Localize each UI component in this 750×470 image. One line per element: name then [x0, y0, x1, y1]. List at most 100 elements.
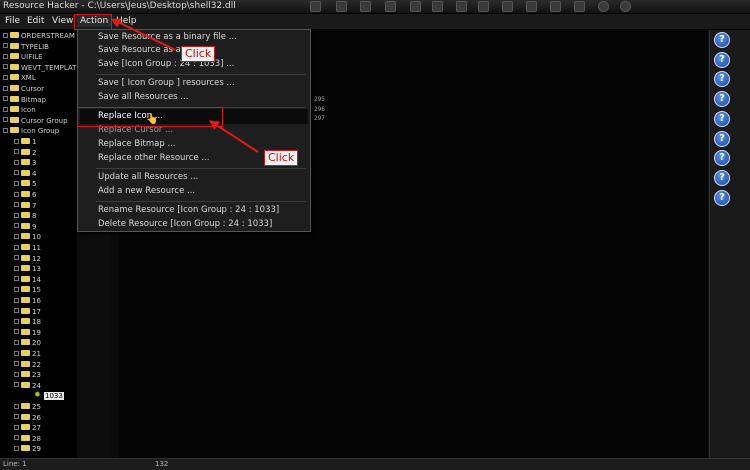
- expand-icon[interactable]: [3, 117, 8, 123]
- tree-item[interactable]: 27: [14, 423, 41, 433]
- help-icon[interactable]: ?: [714, 130, 730, 147]
- tree-item[interactable]: 22: [14, 360, 41, 370]
- tree-item[interactable]: 12: [14, 254, 41, 264]
- close-icon[interactable]: [620, 1, 631, 12]
- tree-item[interactable]: 19: [14, 328, 41, 338]
- tree-item[interactable]: Cursor Group: [3, 116, 68, 126]
- tree-item[interactable]: 29: [14, 444, 41, 454]
- menu-item-save-binary[interactable]: Save Resource as a binary file ...: [98, 32, 237, 42]
- expand-icon[interactable]: [14, 276, 19, 282]
- tree-item[interactable]: 7: [14, 201, 36, 211]
- expand-icon[interactable]: [14, 191, 19, 197]
- tree-item[interactable]: WEVT_TEMPLATE: [3, 63, 77, 73]
- expand-icon[interactable]: [14, 297, 19, 303]
- tree-item[interactable]: 25: [14, 402, 41, 412]
- open-icon[interactable]: [310, 1, 321, 12]
- menu-item-add-new[interactable]: Add a new Resource ...: [98, 186, 195, 196]
- expand-icon[interactable]: [14, 361, 19, 367]
- expand-icon[interactable]: [14, 371, 19, 377]
- find-icon[interactable]: [456, 1, 467, 12]
- tree-item[interactable]: 28: [14, 434, 41, 444]
- tree-item[interactable]: 2: [14, 148, 36, 158]
- expand-icon[interactable]: [14, 424, 19, 430]
- expand-icon[interactable]: [3, 32, 8, 38]
- expand-icon[interactable]: [14, 414, 19, 420]
- expand-icon[interactable]: [14, 382, 19, 388]
- copy-icon[interactable]: [385, 1, 396, 12]
- expand-icon[interactable]: [14, 318, 19, 324]
- menu-view[interactable]: View: [49, 15, 76, 27]
- expand-icon[interactable]: [14, 339, 19, 345]
- tree-item[interactable]: 24: [14, 381, 41, 391]
- expand-icon[interactable]: [14, 149, 19, 155]
- tree-item[interactable]: 23: [14, 370, 41, 380]
- help-icon[interactable]: ?: [714, 189, 730, 206]
- tree-item[interactable]: 13: [14, 264, 41, 274]
- power-icon[interactable]: [598, 1, 609, 12]
- tree-item[interactable]: 3: [14, 158, 36, 168]
- expand-icon[interactable]: [3, 106, 8, 112]
- tree-item[interactable]: 16: [14, 296, 41, 306]
- tree-item[interactable]: XML: [3, 73, 36, 83]
- dialog-icon[interactable]: [502, 1, 513, 12]
- tree-item[interactable]: 6: [14, 190, 36, 200]
- tree-item[interactable]: 10: [14, 232, 41, 242]
- tree-item[interactable]: Bitmap: [3, 95, 46, 105]
- tree-item[interactable]: 15: [14, 285, 41, 295]
- expand-icon[interactable]: [14, 265, 19, 271]
- expand-icon[interactable]: [3, 53, 8, 59]
- menu-item-rename[interactable]: Rename Resource [Icon Group : 24 : 1033]: [98, 205, 279, 215]
- menu-item-replace-bitmap[interactable]: Replace Bitmap ...: [98, 139, 176, 149]
- expand-icon[interactable]: [3, 43, 8, 49]
- expand-icon[interactable]: [3, 96, 8, 102]
- tree-item[interactable]: 21: [14, 349, 41, 359]
- tree-item[interactable]: 8: [14, 211, 36, 221]
- expand-icon[interactable]: [3, 85, 8, 91]
- tree-item[interactable]: Cursor: [3, 84, 44, 94]
- expand-icon[interactable]: [14, 403, 19, 409]
- expand-icon[interactable]: [14, 223, 19, 229]
- expand-icon[interactable]: [3, 127, 8, 133]
- tree-item[interactable]: 18: [14, 317, 41, 327]
- tree-item[interactable]: Icon Group: [3, 126, 59, 136]
- tree-item[interactable]: 11: [14, 243, 41, 253]
- tree-item[interactable]: 14: [14, 275, 41, 285]
- help-icon[interactable]: ?: [714, 71, 730, 88]
- help-icon[interactable]: ?: [714, 169, 730, 186]
- expand-icon[interactable]: [3, 64, 8, 70]
- binary-icon[interactable]: [526, 1, 537, 12]
- options-icon[interactable]: [574, 1, 585, 12]
- expand-icon[interactable]: [14, 286, 19, 292]
- paste-icon[interactable]: [410, 1, 421, 12]
- expand-icon[interactable]: [14, 255, 19, 261]
- help-icon[interactable]: ?: [714, 32, 730, 48]
- menu-item-save-group-resources[interactable]: Save [ Icon Group ] resources ...: [98, 78, 235, 88]
- expand-icon[interactable]: [14, 212, 19, 218]
- menu-item-delete[interactable]: Delete Resource [Icon Group : 24 : 1033]: [98, 219, 272, 229]
- tree-item[interactable]: 5: [14, 179, 36, 189]
- tree-item[interactable]: 9: [14, 222, 36, 232]
- tree-item[interactable]: Icon: [3, 105, 36, 115]
- menu-item-save-all[interactable]: Save all Resources ...: [98, 92, 188, 102]
- expand-icon[interactable]: [14, 244, 19, 250]
- help-icon[interactable]: ?: [714, 110, 730, 127]
- expand-icon[interactable]: [14, 138, 19, 144]
- expand-icon[interactable]: [14, 170, 19, 176]
- expand-icon[interactable]: [14, 308, 19, 314]
- help-icon[interactable]: ?: [714, 91, 730, 108]
- tree-item[interactable]: TYPELIB: [3, 42, 49, 52]
- expand-icon[interactable]: [3, 74, 8, 80]
- tree-item[interactable]: 17: [14, 307, 41, 317]
- expand-icon[interactable]: [14, 180, 19, 186]
- save-icon[interactable]: [336, 1, 347, 12]
- tree-item[interactable]: UIFILE: [3, 52, 43, 62]
- help-icon[interactable]: ?: [714, 150, 730, 167]
- expand-icon[interactable]: [14, 350, 19, 356]
- undo-icon[interactable]: [432, 1, 443, 12]
- expand-icon[interactable]: [14, 202, 19, 208]
- expand-icon[interactable]: [14, 329, 19, 335]
- tree-item[interactable]: ORDERSTREAM: [3, 31, 75, 41]
- resource-tree[interactable]: ORDERSTREAM TYPELIB UIFILE WEVT_TEMPLATE XML…: [0, 30, 77, 458]
- settings-icon[interactable]: [550, 1, 561, 12]
- tree-item[interactable]: 20: [14, 338, 41, 348]
